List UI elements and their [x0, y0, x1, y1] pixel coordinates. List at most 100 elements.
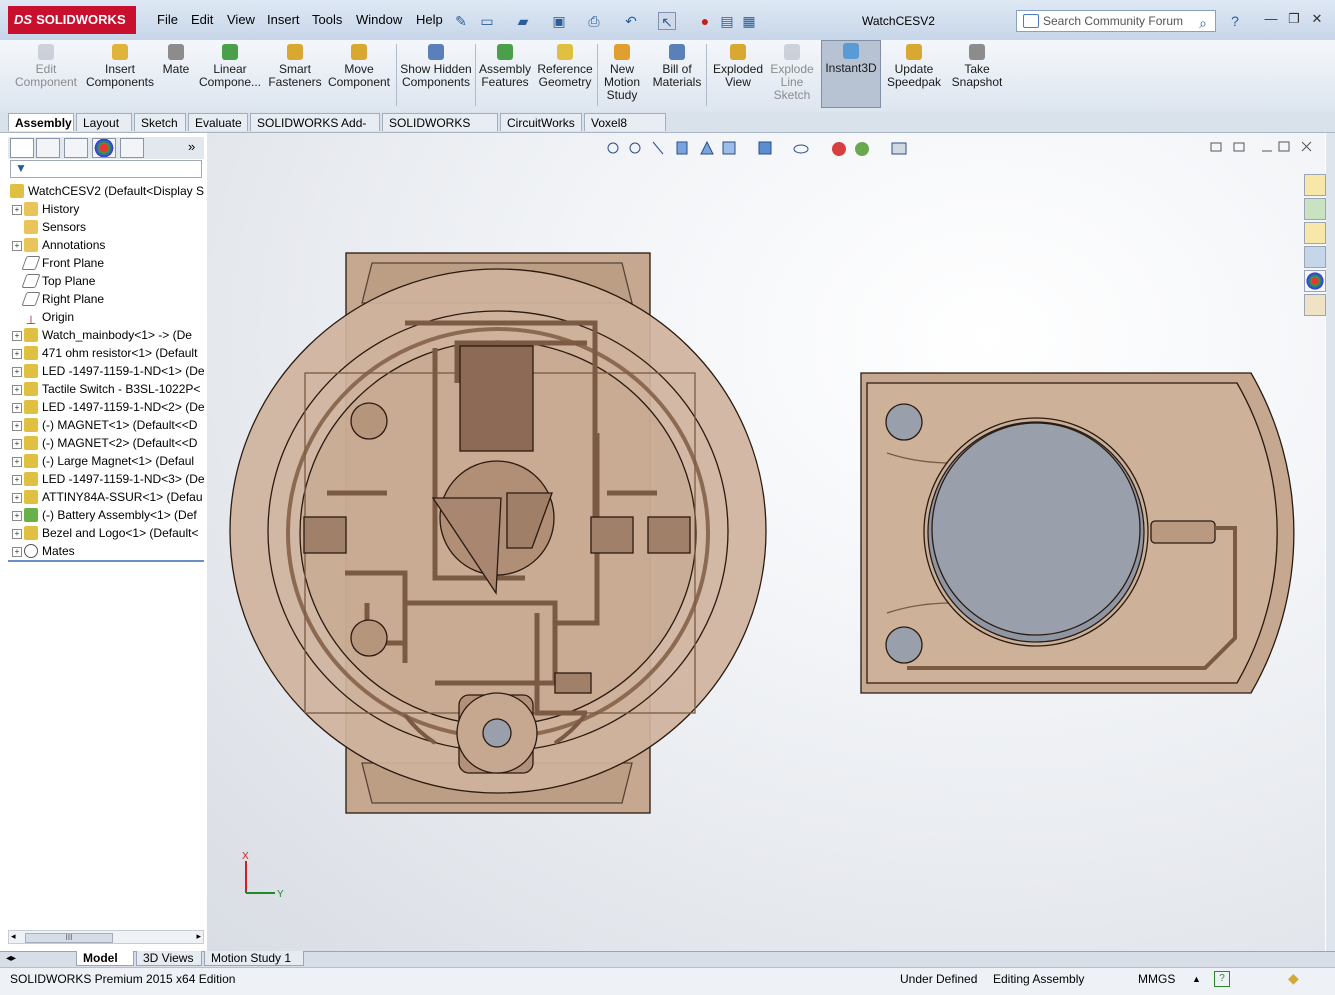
tree-item-annotations[interactable]: + Annotations: [8, 236, 204, 254]
units-up-icon[interactable]: ▲: [1192, 974, 1201, 984]
tab-circuitworks[interactable]: CircuitWorks: [500, 113, 582, 131]
expand-icon[interactable]: +: [12, 439, 22, 449]
expand-icon[interactable]: +: [12, 475, 22, 485]
expand-icon[interactable]: +: [12, 421, 22, 431]
feature-manager-tab-icon[interactable]: [10, 138, 34, 158]
tab-addins[interactable]: SOLIDWORKS Add-Ins: [250, 113, 380, 148]
expand-icon[interactable]: +: [12, 349, 22, 359]
expand-icon[interactable]: +: [12, 403, 22, 413]
expand-icon[interactable]: +: [12, 385, 22, 395]
tag-icon[interactable]: ◆: [1288, 970, 1299, 987]
new-document-icon[interactable]: ▭: [478, 12, 496, 30]
edit-component-button[interactable]: Edit Component: [12, 42, 80, 108]
display-manager-tab-icon[interactable]: [92, 138, 116, 158]
update-speedpak-button[interactable]: Update Speedpak: [886, 42, 942, 108]
tree-item-component[interactable]: + (-) MAGNET<1> (Default<<D: [8, 416, 204, 434]
tree-item-sensors[interactable]: Sensors: [8, 218, 204, 236]
expand-panel-icon[interactable]: »: [188, 139, 195, 154]
scroll-left-icon[interactable]: ◂: [11, 931, 16, 942]
tree-item-history[interactable]: + History: [8, 200, 204, 218]
tree-item-front-plane[interactable]: Front Plane: [8, 254, 204, 272]
dimxpert-tab-icon[interactable]: [120, 138, 144, 158]
help-status-icon[interactable]: ?: [1214, 971, 1230, 987]
tab-motion-study[interactable]: Motion Study 1: [204, 951, 304, 966]
task-pane-view-palette-icon[interactable]: [1304, 246, 1326, 268]
save-icon[interactable]: ▣: [550, 12, 568, 30]
tree-filter-input[interactable]: ▼: [10, 160, 202, 178]
document-window-controls[interactable]: [1210, 141, 1312, 152]
bill-of-materials-button[interactable]: Bill of Materials: [650, 42, 704, 108]
tree-item-right-plane[interactable]: Right Plane: [8, 290, 204, 308]
tab-scroll-left-icon[interactable]: ◂▸: [6, 953, 16, 964]
search-input[interactable]: Search Community Forum ⌕: [1016, 10, 1216, 32]
rebuild-icon[interactable]: ●: [696, 12, 714, 30]
tree-item-component[interactable]: + (-) Large Magnet<1> (Defaul: [8, 452, 204, 470]
options-icon[interactable]: ▦: [740, 12, 758, 30]
menu-tools[interactable]: Tools: [312, 12, 342, 27]
expand-icon[interactable]: +: [12, 547, 22, 557]
instant3d-button[interactable]: Instant3D: [821, 40, 881, 108]
panel-horizontal-scrollbar[interactable]: ◂ III ▸: [8, 930, 204, 944]
graphics-area[interactable]: X Y: [207, 133, 1325, 951]
undo-icon[interactable]: ↶: [622, 12, 640, 30]
move-component-button[interactable]: Move Component: [326, 42, 392, 108]
file-properties-icon[interactable]: ▤: [718, 12, 736, 30]
help-icon[interactable]: ?: [1226, 12, 1244, 30]
task-pane-home-icon[interactable]: [1304, 174, 1326, 196]
expand-icon[interactable]: +: [12, 205, 22, 215]
mate-button[interactable]: Mate: [158, 42, 194, 108]
maximize-button[interactable]: ❐: [1283, 10, 1305, 28]
tree-root[interactable]: WatchCESV2 (Default<Display St: [8, 182, 204, 200]
task-pane-file-explorer-icon[interactable]: [1304, 222, 1326, 244]
tree-item-component[interactable]: +471 ohm resistor<1> (Default: [8, 344, 204, 362]
tree-item-top-plane[interactable]: Top Plane: [8, 272, 204, 290]
tree-item-component[interactable]: + LED -1497-1159-1-ND<1> (De: [8, 362, 204, 380]
tree-item-component[interactable]: + Bezel and Logo<1> (Default<: [8, 524, 204, 542]
menu-help[interactable]: Help: [416, 12, 443, 27]
print-icon[interactable]: ⎙: [585, 12, 603, 30]
pin-icon[interactable]: ✎: [452, 12, 470, 30]
task-pane-appearances-icon[interactable]: [1304, 270, 1326, 292]
solidworks-logo[interactable]: DS SOLIDWORKS: [8, 6, 136, 34]
menu-edit[interactable]: Edit: [191, 12, 213, 27]
tab-voxel8[interactable]: Voxel8 Addin: [584, 113, 666, 148]
show-hidden-components-button[interactable]: Show Hidden Components: [400, 42, 472, 108]
explode-line-sketch-button[interactable]: Explode Line Sketch: [768, 42, 816, 108]
tab-model[interactable]: Model: [76, 951, 134, 966]
expand-icon[interactable]: +: [12, 511, 22, 521]
reference-geometry-button[interactable]: Reference Geometry: [534, 42, 596, 108]
exploded-view-button[interactable]: Exploded View: [710, 42, 766, 108]
configuration-manager-tab-icon[interactable]: [64, 138, 88, 158]
expand-icon[interactable]: +: [12, 529, 22, 539]
insert-components-button[interactable]: Insert Components: [84, 42, 156, 108]
tab-evaluate[interactable]: Evaluate: [188, 113, 248, 131]
expand-icon[interactable]: +: [12, 331, 22, 341]
expand-icon[interactable]: +: [12, 493, 22, 503]
linear-component-pattern-button[interactable]: Linear Compone...: [196, 42, 264, 108]
menu-file[interactable]: File: [157, 12, 178, 27]
tab-layout[interactable]: Layout: [76, 113, 132, 131]
smart-fasteners-button[interactable]: Smart Fasteners: [266, 42, 324, 108]
take-snapshot-button[interactable]: Take Snapshot: [948, 42, 1006, 108]
expand-icon[interactable]: +: [12, 241, 22, 251]
tree-item-origin[interactable]: ⊥ Origin: [8, 308, 204, 326]
tree-item-component[interactable]: + Watch_mainbody<1> -> (De: [8, 326, 204, 344]
tree-item-component[interactable]: + (-) MAGNET<2> (Default<<D: [8, 434, 204, 452]
menu-view[interactable]: View: [227, 12, 255, 27]
new-motion-study-button[interactable]: New Motion Study: [600, 42, 644, 108]
tab-sketch[interactable]: Sketch: [134, 113, 186, 131]
search-icon[interactable]: ⌕: [1199, 13, 1207, 33]
select-pointer-icon[interactable]: ↖: [658, 12, 676, 30]
property-manager-tab-icon[interactable]: [36, 138, 60, 158]
status-units[interactable]: MMGS: [1138, 972, 1175, 986]
tab-mbd[interactable]: SOLIDWORKS MBD: [382, 113, 498, 148]
tree-item-component[interactable]: + ATTINY84A-SSUR<1> (Defau: [8, 488, 204, 506]
tab-assembly[interactable]: Assembly: [8, 113, 74, 131]
menu-insert[interactable]: Insert: [267, 12, 300, 27]
scrollbar-thumb[interactable]: III: [25, 933, 113, 943]
tree-item-component[interactable]: + Tactile Switch - B3SL-1022P<: [8, 380, 204, 398]
assembly-features-button[interactable]: Assembly Features: [478, 42, 532, 108]
expand-icon[interactable]: +: [12, 367, 22, 377]
open-folder-icon[interactable]: ▰: [514, 12, 532, 30]
tree-item-component[interactable]: + LED -1497-1159-1-ND<2> (De: [8, 398, 204, 416]
